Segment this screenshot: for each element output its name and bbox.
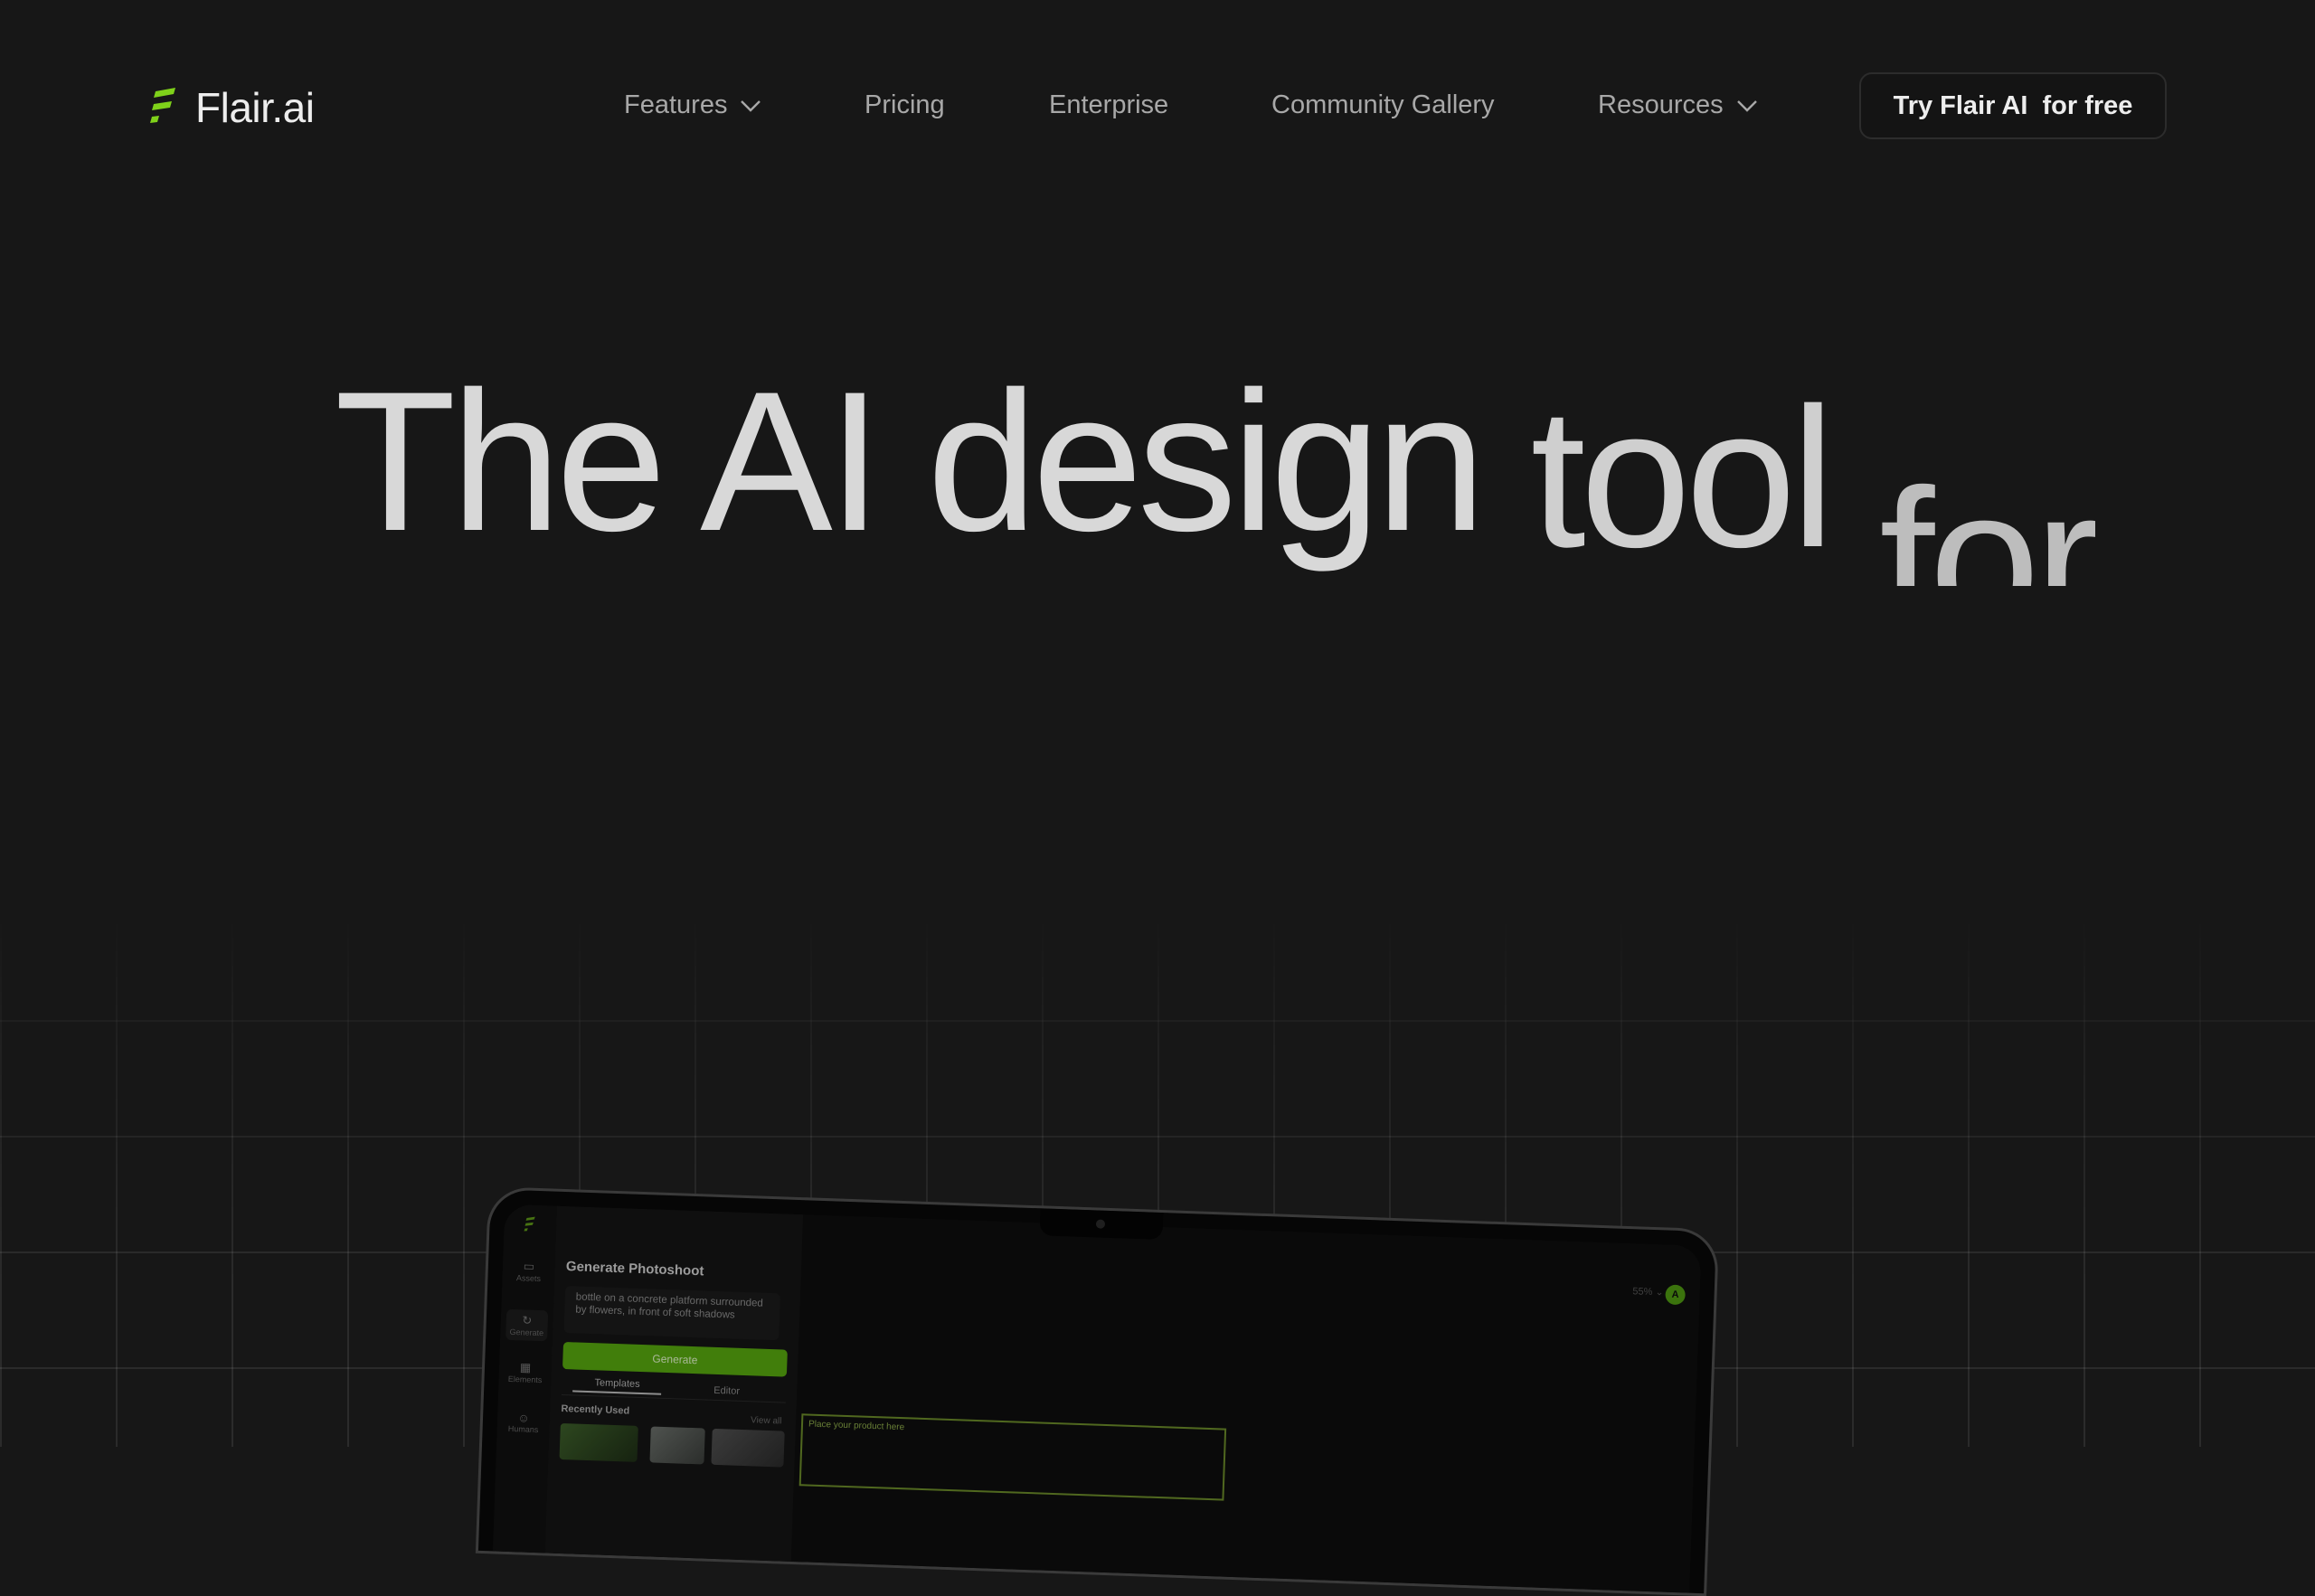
- panel-title: Generate Photoshoot: [565, 1259, 704, 1280]
- rail-item-label: Elements: [507, 1374, 543, 1385]
- avatar[interactable]: A: [1665, 1284, 1686, 1306]
- chevron-down-icon: [1736, 99, 1757, 112]
- refresh-icon: ↻: [522, 1313, 533, 1327]
- nav-enterprise-label: Enterprise: [1049, 90, 1169, 119]
- generate-panel: Generate Photoshoot bottle on a concrete…: [544, 1205, 804, 1562]
- drop-zone-label: Place your product here: [808, 1419, 905, 1433]
- tab-editor[interactable]: Editor: [713, 1385, 740, 1397]
- prompt-input[interactable]: bottle on a concrete platform surrounded…: [563, 1286, 781, 1341]
- logo[interactable]: Flair.ai: [148, 83, 315, 132]
- person-icon: ☺: [517, 1411, 530, 1425]
- app-screen: ▭ Assets ↻ Generate ▦ Elements ☺ Humans …: [492, 1204, 1702, 1593]
- recent-thumbnail[interactable]: [649, 1426, 705, 1465]
- hero-headline-part-1: The AI design: [335, 350, 1486, 572]
- nav-community-gallery[interactable]: Community Gallery: [1271, 90, 1495, 120]
- nav-features[interactable]: Features: [624, 90, 761, 120]
- product-drop-zone[interactable]: Place your product here: [798, 1413, 1227, 1501]
- panel-tabs: Templates Editor: [561, 1375, 787, 1403]
- rail-item-label: Assets: [515, 1273, 542, 1284]
- hero-headline: The AI design tool for: [335, 362, 2095, 586]
- nav-community-gallery-label: Community Gallery: [1271, 90, 1495, 119]
- flair-logo-icon: [150, 88, 175, 123]
- zoom-level-label: 55%: [1632, 1286, 1653, 1298]
- nav-resources[interactable]: Resources: [1598, 90, 1758, 120]
- rail-item-label: Humans: [507, 1423, 539, 1435]
- hero-headline-part-2: tool: [1530, 366, 1835, 589]
- rail-item-assets[interactable]: ▭ Assets: [507, 1259, 550, 1284]
- rail-item-elements[interactable]: ▦ Elements: [504, 1360, 546, 1385]
- nav-resources-label: Resources: [1598, 90, 1724, 119]
- view-all-link[interactable]: View all: [751, 1415, 782, 1426]
- logo-text: Flair.ai: [195, 84, 315, 131]
- try-free-button-label: Try Flair AI for free: [1893, 90, 2133, 120]
- generate-button[interactable]: Generate: [562, 1342, 788, 1377]
- top-navigation: Flair.ai Features Pricing Enterprise Com…: [0, 0, 2315, 213]
- chevron-down-icon: [741, 99, 761, 112]
- rail-item-label: Generate: [509, 1327, 544, 1338]
- recently-used-heading: Recently Used: [561, 1402, 630, 1417]
- recent-thumbnail[interactable]: [559, 1422, 638, 1462]
- generate-button-label: Generate: [652, 1352, 698, 1367]
- hero-headline-part-3: for: [1879, 459, 2096, 586]
- laptop-mockup: ▭ Assets ↻ Generate ▦ Elements ☺ Humans …: [475, 1186, 1720, 1596]
- grid-icon: ▦: [519, 1360, 532, 1374]
- tab-templates[interactable]: Templates: [594, 1377, 640, 1390]
- rail-item-generate[interactable]: ↻ Generate: [506, 1308, 549, 1342]
- nav-pricing-label: Pricing: [865, 90, 945, 119]
- camera-icon: [1095, 1219, 1106, 1229]
- folder-icon: ▭: [523, 1259, 535, 1273]
- try-free-button[interactable]: Try Flair AI for free: [1859, 72, 2167, 139]
- rail-item-humans[interactable]: ☺ Humans: [502, 1411, 544, 1435]
- flair-logo-icon: [524, 1216, 535, 1232]
- zoom-level[interactable]: 55% ⌄: [1632, 1285, 1664, 1298]
- nav-pricing[interactable]: Pricing: [865, 90, 945, 120]
- recent-thumbnail[interactable]: [711, 1428, 785, 1468]
- laptop-notch: [1039, 1208, 1164, 1241]
- nav-features-label: Features: [624, 90, 728, 119]
- nav-enterprise[interactable]: Enterprise: [1049, 90, 1168, 120]
